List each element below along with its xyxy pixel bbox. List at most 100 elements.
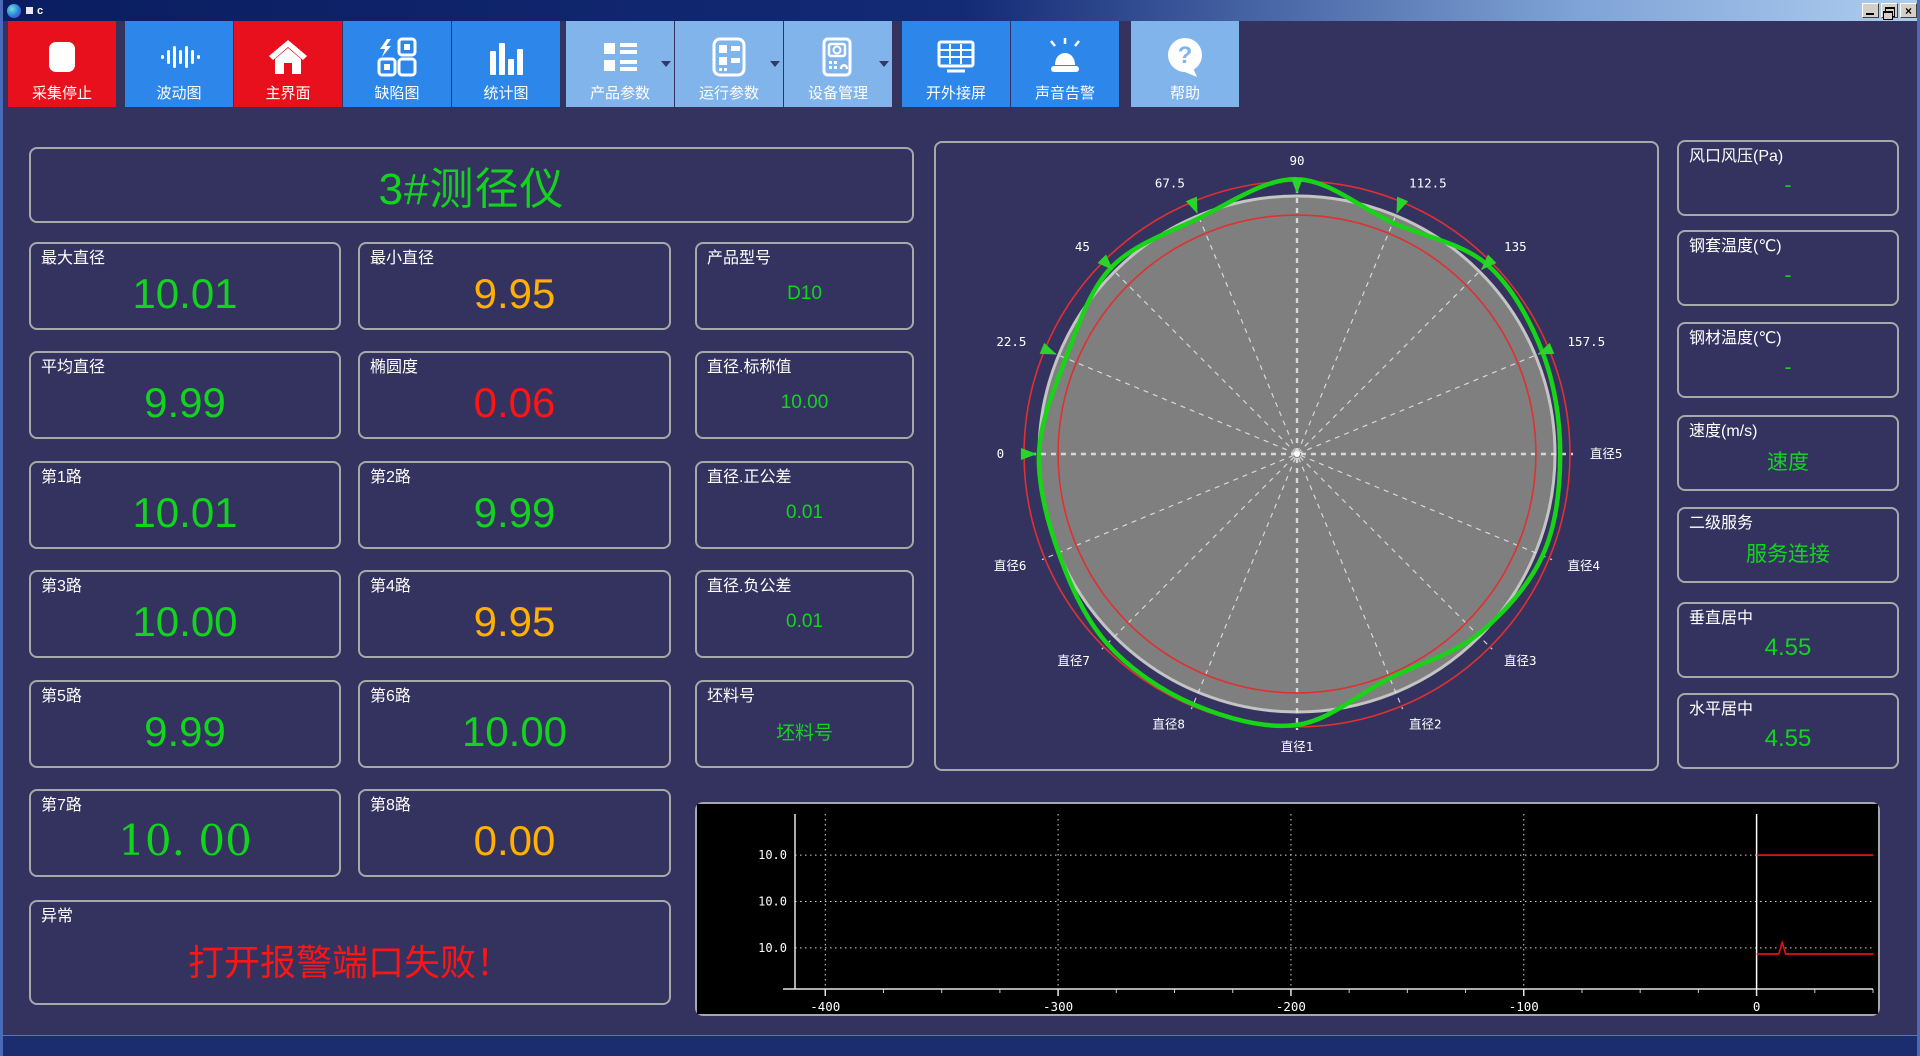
sidebar-value: 4.55 [1764,633,1812,661]
svg-text:10.0: 10.0 [758,848,787,862]
station-title-panel: 3#测径仪 [29,147,914,223]
measurement-box-avg-diameter: 平均直径 9.99 [29,351,341,439]
toolbar-button-label: 设备管理 [807,85,868,102]
measurement-box-path-4: 第4路 9.95 [358,570,671,658]
toolbar-button-label: 统计图 [483,85,529,102]
measurement-box-path-1: 第1路 10.01 [29,461,341,549]
toolbar-button-label: 采集停止 [31,85,92,102]
status-bar [3,1035,1917,1056]
svg-text:直径8: 直径8 [1152,717,1185,732]
toolbar-button-device-manage[interactable]: 设备管理 [784,21,892,107]
sidebar-value: - [1784,173,1792,197]
dropdown-arrow-icon[interactable] [879,61,889,67]
profile-polar-chart-panel: 0 22.5 45 67.5 90 112.5 135 157.5 直径5 直径4 直径3 直径2 直径… [934,141,1659,771]
defect-map-icon [377,37,417,77]
measurement-value: 10.01 [132,488,238,536]
svg-text:10.0: 10.0 [758,941,787,955]
measurement-value: 9.95 [473,597,556,645]
measurement-value: 0.06 [473,378,556,426]
trend-chart-panel: 10.0 10.0 10.0 -400 -300 -200 -100 0 [695,802,1880,1016]
toolbar-button-sound-alarm[interactable]: 声音告警 [1011,21,1119,107]
toolbar-button-label: 缺陷图 [374,85,420,102]
dropdown-arrow-icon[interactable] [661,61,671,67]
svg-text:22.5: 22.5 [996,334,1026,349]
maximize-button[interactable] [1881,3,1898,20]
measurement-value: 9.99 [473,488,556,536]
stop-icon [49,42,75,72]
svg-text:-200: -200 [1276,999,1306,1014]
toolbar-button-product-params[interactable]: 产品参数 [566,21,674,107]
sidebar-box-wind-pressure: 风口风压(Pa) - [1677,140,1899,216]
toolbar: 采集停止 波动图 主界面 缺陷图 统计图 产品参数 运行参数 设备管理 开外接屏… [3,21,1917,108]
svg-text:?: ? [1178,42,1193,69]
close-button[interactable]: × [1900,3,1917,18]
toolbar-button-stop-capture[interactable]: 采集停止 [8,21,116,107]
measurement-value: 9.95 [473,269,556,317]
measurement-value: 9.99 [144,378,226,426]
sidebar-value: - [1784,263,1792,287]
minimize-button[interactable] [1862,3,1879,18]
svg-text:-300: -300 [1043,999,1073,1014]
product-box-model: 产品型号 D10 [695,242,914,330]
sidebar-value: 速度 [1767,450,1809,474]
toolbar-button-label: 声音告警 [1034,85,1095,102]
measurement-value: 10.00 [132,597,238,645]
toolbar-button-main-screen[interactable]: 主界面 [234,21,342,107]
measurement-box-path-8: 第8路 0.00 [358,789,671,877]
svg-text:直径6: 直径6 [994,558,1027,573]
bar-chart-icon [490,43,523,75]
toolbar-button-help[interactable]: ? 帮助 [1131,21,1239,107]
svg-text:112.5: 112.5 [1409,175,1447,190]
svg-text:0: 0 [997,446,1005,461]
svg-text:直径1: 直径1 [1281,739,1314,754]
measurement-box-path-5: 第5路 9.99 [29,680,341,768]
toolbar-button-run-params[interactable]: 运行参数 [675,21,783,107]
svg-text:67.5: 67.5 [1155,175,1185,190]
toolbar-button-label: 波动图 [156,85,202,102]
svg-text:157.5: 157.5 [1568,334,1606,349]
measurement-value: 10.00 [461,707,568,755]
measurement-box-max-diameter: 最大直径 10.01 [29,242,341,330]
sidebar-value: 4.55 [1764,724,1812,752]
measurement-box-ovality: 椭圆度 0.06 [358,351,671,439]
product-box-nominal-diameter: 直径.标称值 10.00 [695,351,914,439]
measurement-value: 9.99 [144,707,226,755]
alarm-message: 打开报警端口失败！ [187,942,512,984]
toolbar-button-external-screen[interactable]: 开外接屏 [902,21,1010,107]
measurement-value: 10.01 [132,269,238,317]
measurement-box-path-7: 第7路 10. 00 [29,789,341,877]
product-value: 0.01 [786,610,823,632]
measurement-box-path-6: 第6路 10.00 [358,680,671,768]
measurement-value: 10. 00 [118,816,252,866]
run-params-icon [712,37,746,77]
svg-text:直径3: 直径3 [1504,653,1537,668]
measurement-box-path-2: 第2路 9.99 [358,461,671,549]
svg-text:直径2: 直径2 [1409,717,1442,732]
sidebar-box-speed: 速度(m/s) 速度 [1677,415,1899,491]
titlebar: c × [3,0,1917,21]
svg-text:-400: -400 [810,999,840,1014]
product-value: 坯料号 [775,723,833,745]
product-box-billet-number: 坯料号 坯料号 [695,680,914,768]
window-controls: × [1862,3,1917,20]
toolbar-button-wave-chart[interactable]: 波动图 [125,21,233,107]
toolbar-button-label: 运行参数 [698,85,759,102]
app-icon [7,3,21,18]
product-box-plus-tolerance: 直径.正公差 0.01 [695,461,914,549]
sidebar-box-secondary-service: 二级服务 服务连接 [1677,507,1899,583]
trend-chart: 10.0 10.0 10.0 -400 -300 -200 -100 0 [697,804,1878,1014]
svg-text:-100: -100 [1509,999,1539,1014]
external-screen-icon [937,40,975,73]
product-value: 10.00 [780,391,829,413]
restore-icon [1883,7,1895,20]
svg-text:直径7: 直径7 [1057,653,1090,668]
toolbar-button-statistics[interactable]: 统计图 [452,21,560,107]
dropdown-arrow-icon[interactable] [770,61,780,67]
toolbar-button-defect-map[interactable]: 缺陷图 [343,21,451,107]
sidebar-box-vertical-centering: 垂直居中 4.55 [1677,602,1899,678]
toolbar-button-label: 开外接屏 [925,85,986,102]
sidebar-box-steel-temperature: 钢材温度(℃) - [1677,322,1899,398]
waveform-icon [161,46,200,68]
application-window: { "window": { "title": "c", "close_glyph… [0,0,1920,1056]
svg-text:直径5: 直径5 [1590,446,1623,461]
